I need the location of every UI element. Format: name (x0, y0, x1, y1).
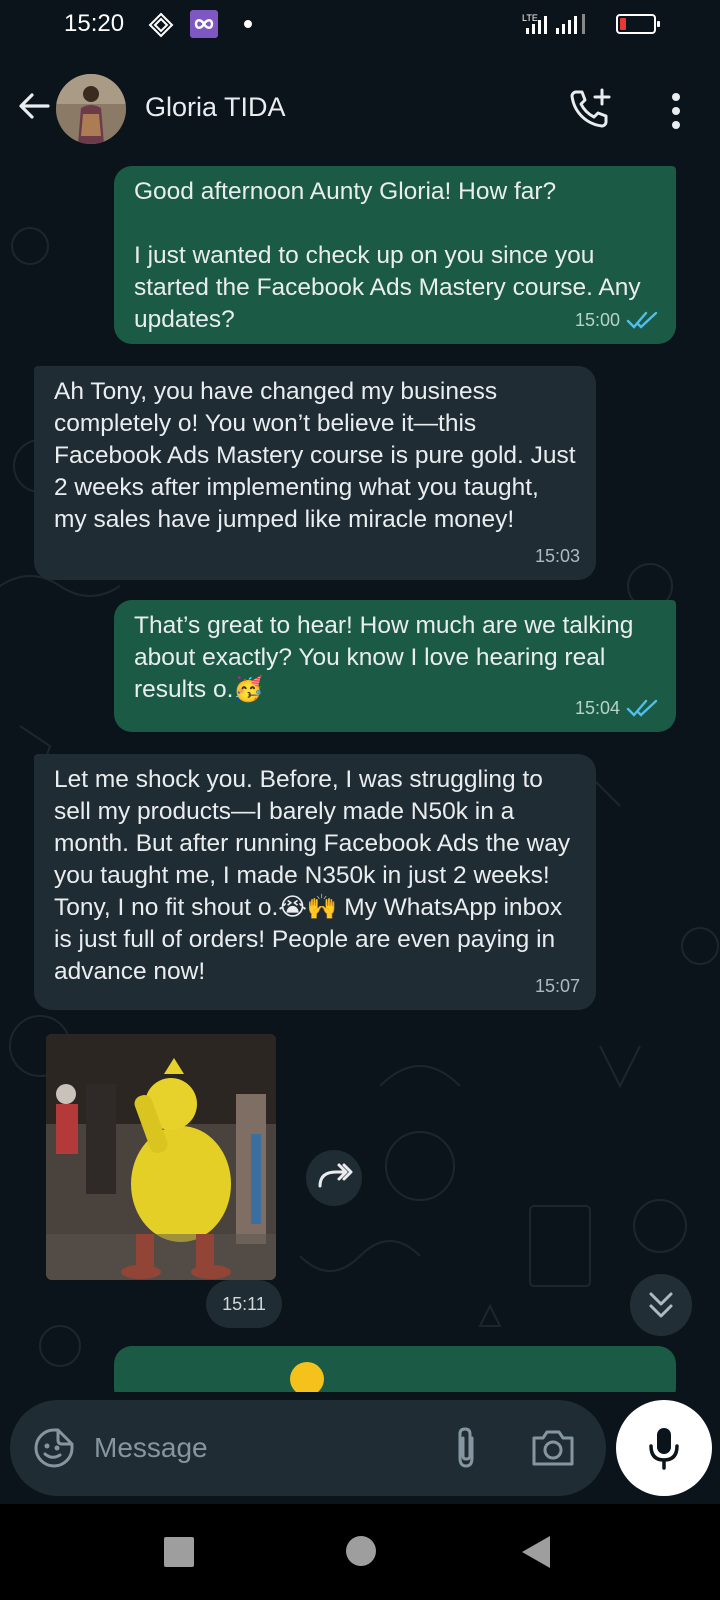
attach-paperclip-icon[interactable] (446, 1424, 486, 1472)
chat-messages[interactable]: Good afternoon Aunty Gloria! How far? I … (0, 166, 720, 1392)
status-time: 15:20 (64, 10, 125, 37)
camera-icon[interactable] (530, 1426, 576, 1470)
forward-button[interactable] (306, 1150, 362, 1206)
message-time: 15:07 (534, 976, 580, 996)
add-call-icon[interactable] (568, 86, 614, 132)
message-bubble-outgoing[interactable]: Good afternoon Aunty Gloria! How far? I … (114, 166, 676, 344)
message-meta: 15:04 (575, 692, 660, 724)
microphone-icon (649, 1428, 679, 1470)
message-input[interactable] (94, 1424, 424, 1472)
message-text: Ah Tony, you have changed my business co… (54, 378, 583, 533)
notification-dot (244, 20, 252, 28)
message-bubble-incoming[interactable]: Let me shock you. Before, I was struggli… (34, 754, 596, 1010)
app-notification-icon (190, 10, 218, 38)
scroll-to-bottom-button[interactable] (630, 1274, 692, 1336)
recent-apps-button[interactable] (164, 1537, 194, 1567)
message-bubble-outgoing[interactable]: That’s great to hear! How much are we ta… (114, 600, 676, 732)
status-bar: 15:20 LTE (0, 0, 720, 48)
message-time: 15:00 (574, 310, 620, 330)
signal-icon: LTE (522, 13, 585, 34)
message-meta: 15:07 (535, 970, 580, 1002)
diamond-icon (148, 12, 174, 38)
double-chevron-down-icon (649, 1292, 673, 1318)
network-label: LTE (522, 13, 538, 23)
contact-avatar[interactable] (56, 74, 126, 144)
battery-icon (616, 14, 660, 34)
system-navigation-bar (0, 1504, 720, 1600)
message-text: Let me shock you. Before, I was struggli… (54, 766, 577, 985)
message-bubble-outgoing-partial[interactable] (114, 1346, 676, 1392)
composer-bar (0, 1392, 720, 1504)
message-bubble-incoming[interactable]: Ah Tony, you have changed my business co… (34, 366, 596, 580)
message-time: 15:04 (574, 698, 620, 718)
emoji-partial (290, 1362, 324, 1392)
sticker-emoji-icon[interactable] (32, 1426, 76, 1470)
read-receipt-icon (626, 311, 658, 329)
chat-header: Gloria TIDA (0, 48, 720, 166)
message-meta: 15:00 (575, 304, 660, 336)
system-back-button[interactable] (522, 1536, 550, 1568)
read-receipt-icon (626, 699, 658, 717)
back-arrow-icon[interactable] (14, 86, 54, 126)
message-time: 15:03 (534, 546, 580, 566)
message-input-container[interactable] (10, 1400, 606, 1496)
more-options-icon[interactable] (658, 88, 694, 134)
message-meta: 15:03 (535, 540, 580, 572)
forward-icon (318, 1163, 353, 1188)
contact-name[interactable]: Gloria TIDA (145, 92, 286, 123)
gif-image-message[interactable] (46, 1034, 276, 1280)
home-button[interactable] (346, 1536, 376, 1566)
voice-record-button[interactable] (616, 1400, 712, 1496)
image-message-time: 15:11 (206, 1280, 282, 1328)
